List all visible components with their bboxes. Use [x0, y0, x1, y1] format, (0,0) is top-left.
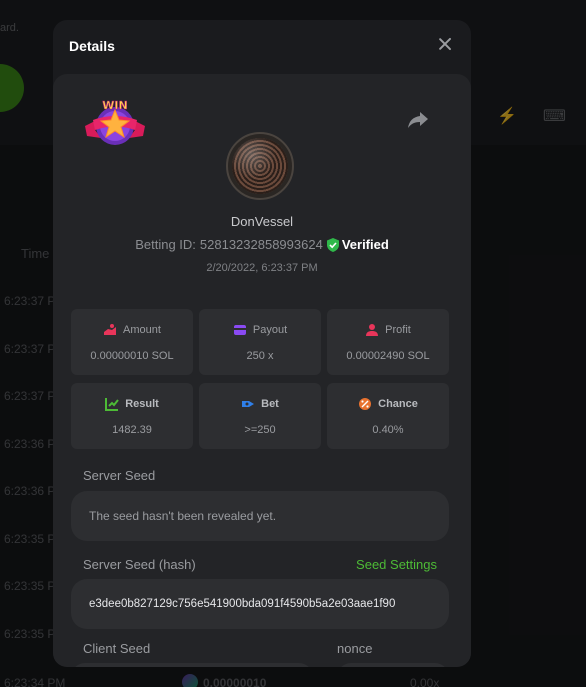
shield-check-icon — [326, 237, 339, 252]
stat-chance: Chance 0.40% — [327, 383, 449, 449]
nonce-label: nonce — [337, 641, 373, 656]
modal-title: Details — [69, 38, 115, 54]
bet-date: 2/20/2022, 6:23:37 PM — [206, 262, 318, 274]
stat-label: Payout — [252, 324, 288, 336]
server-seed-field: The seed hasn't been revealed yet. — [71, 491, 449, 541]
chance-icon — [359, 398, 372, 410]
stat-value: >=250 — [244, 424, 276, 436]
bet-icon — [242, 401, 255, 407]
seed-settings-link[interactable]: Seed Settings — [356, 557, 437, 572]
profit-icon — [366, 324, 379, 336]
stat-label: Bet — [261, 398, 279, 410]
verified-label: Verified — [341, 237, 389, 252]
client-seed-label: Client Seed — [83, 641, 151, 656]
result-icon — [105, 398, 119, 411]
close-icon[interactable] — [437, 36, 453, 52]
server-seed-hash-field[interactable]: e3dee0b827129c756e541900bda091f4590b5a2e… — [71, 579, 449, 629]
stat-label: Profit — [385, 324, 411, 336]
username: DonVessel — [230, 214, 294, 229]
stat-value: 1482.39 — [112, 424, 152, 436]
server-seed-label: Server Seed — [83, 468, 156, 483]
share-icon[interactable] — [407, 110, 429, 130]
stat-bet: Bet >=250 — [199, 383, 321, 449]
stat-value: 0.00002490 SOL — [346, 350, 430, 362]
stat-value: 0.00000010 SOL — [90, 350, 174, 362]
stat-payout: Payout 250 x — [199, 309, 321, 375]
payout-icon — [233, 325, 246, 335]
stat-label: Result — [125, 398, 159, 410]
stats-grid: Amount 0.00000010 SOL Payout 250 x Profi… — [71, 309, 449, 449]
stat-amount: Amount 0.00000010 SOL — [71, 309, 193, 375]
stat-result: Result 1482.39 — [71, 383, 193, 449]
nonce-field[interactable] — [337, 663, 449, 667]
betting-id: 52813232858993624 — [199, 237, 323, 252]
stat-value: 0.40% — [372, 424, 404, 436]
betting-id-label: Betting ID: — [135, 237, 196, 252]
stat-label: Chance — [378, 398, 418, 410]
win-badge-icon: WIN — [85, 99, 145, 145]
amount-icon — [104, 324, 117, 335]
verified-badge: Verified — [326, 237, 389, 252]
avatar-image — [232, 138, 288, 194]
bet-details-panel: WIN DonVessel Betting ID: 52813232858993… — [53, 74, 471, 667]
client-seed-field[interactable] — [71, 663, 313, 667]
server-seed-hash-label: Server Seed (hash) — [83, 557, 196, 572]
svg-text:WIN: WIN — [102, 99, 127, 112]
betting-id-line: Betting ID: 52813232858993624 Verified — [53, 237, 471, 252]
stat-value: 250 x — [246, 350, 274, 362]
details-modal: Details WIN DonVessel Betting ID: 528132… — [53, 20, 471, 667]
stat-label: Amount — [123, 324, 161, 336]
stat-profit: Profit 0.00002490 SOL — [327, 309, 449, 375]
avatar — [226, 132, 294, 200]
